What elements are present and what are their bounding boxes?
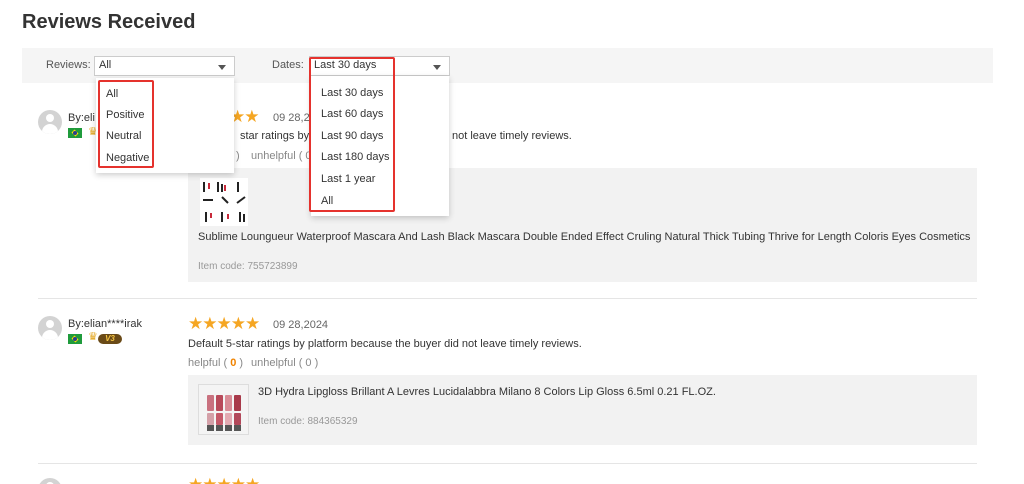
lip-gloss-image [199,385,248,434]
reviewer-name: By:eli [68,112,95,124]
avatar [38,110,62,134]
page-title: Reviews Received [22,11,196,33]
unhelpful-link[interactable]: unhelpful ( 0 ) [251,357,318,369]
item-code: Item code: 884365329 [258,416,358,427]
reviews-filter-label: Reviews: [46,59,91,71]
reviews-filter-value: All [99,59,112,71]
product-card: 3D Hydra Lipgloss Brillant A Levres Luci… [188,375,977,445]
review-date: 09 28,2 [273,112,310,124]
helpful-close: ) [239,357,244,369]
brazil-flag-icon [68,334,82,344]
reviewer-name: By:elian****irak [68,318,142,330]
crown-icon: ♛ [88,331,98,343]
product-title[interactable]: 3D Hydra Lipgloss Brillant A Levres Luci… [258,386,716,398]
mascara-image [203,182,246,222]
chevron-down-icon [433,65,441,70]
product-thumbnail[interactable] [200,178,248,226]
product-thumbnail[interactable] [198,384,249,435]
review-divider [38,298,977,299]
product-title[interactable]: Sublime Loungueur Waterproof Mascara And… [198,231,970,243]
rating-stars: ★★ [230,107,260,126]
vip-level-badge: ♛ V3 [88,331,122,344]
highlight-box [98,80,154,168]
review-date: 09 28,2024 [273,319,329,331]
reviews-filter-select[interactable]: All [94,56,235,76]
chevron-down-icon [218,65,226,70]
review-divider [38,463,977,464]
avatar [38,478,62,484]
dates-filter-label: Dates: [272,59,304,71]
rating-stars: ★★★★★ [188,476,260,484]
item-code: Item code: 755723899 [198,261,298,272]
review-text: Default 5-star ratings by platform becau… [188,338,582,350]
helpful-link[interactable]: helpful ( [188,357,227,369]
highlight-box [309,57,395,212]
unhelpful-link[interactable]: unhelpful ( 0 [251,150,312,162]
vip-level-label: V3 [98,334,122,344]
helpful-link[interactable]: ) [236,150,240,162]
helpful-count: 0 [230,357,237,369]
product-card: Sublime Loungueur Waterproof Mascara And… [188,168,977,282]
avatar [38,316,62,340]
brazil-flag-icon [68,128,82,138]
rating-stars: ★★★★★ [188,314,260,333]
review-text-tail: not leave timely reviews. [452,130,572,142]
review-text: star ratings by p [240,130,319,142]
helpful-row: helpful ( 0 ) [188,357,243,369]
